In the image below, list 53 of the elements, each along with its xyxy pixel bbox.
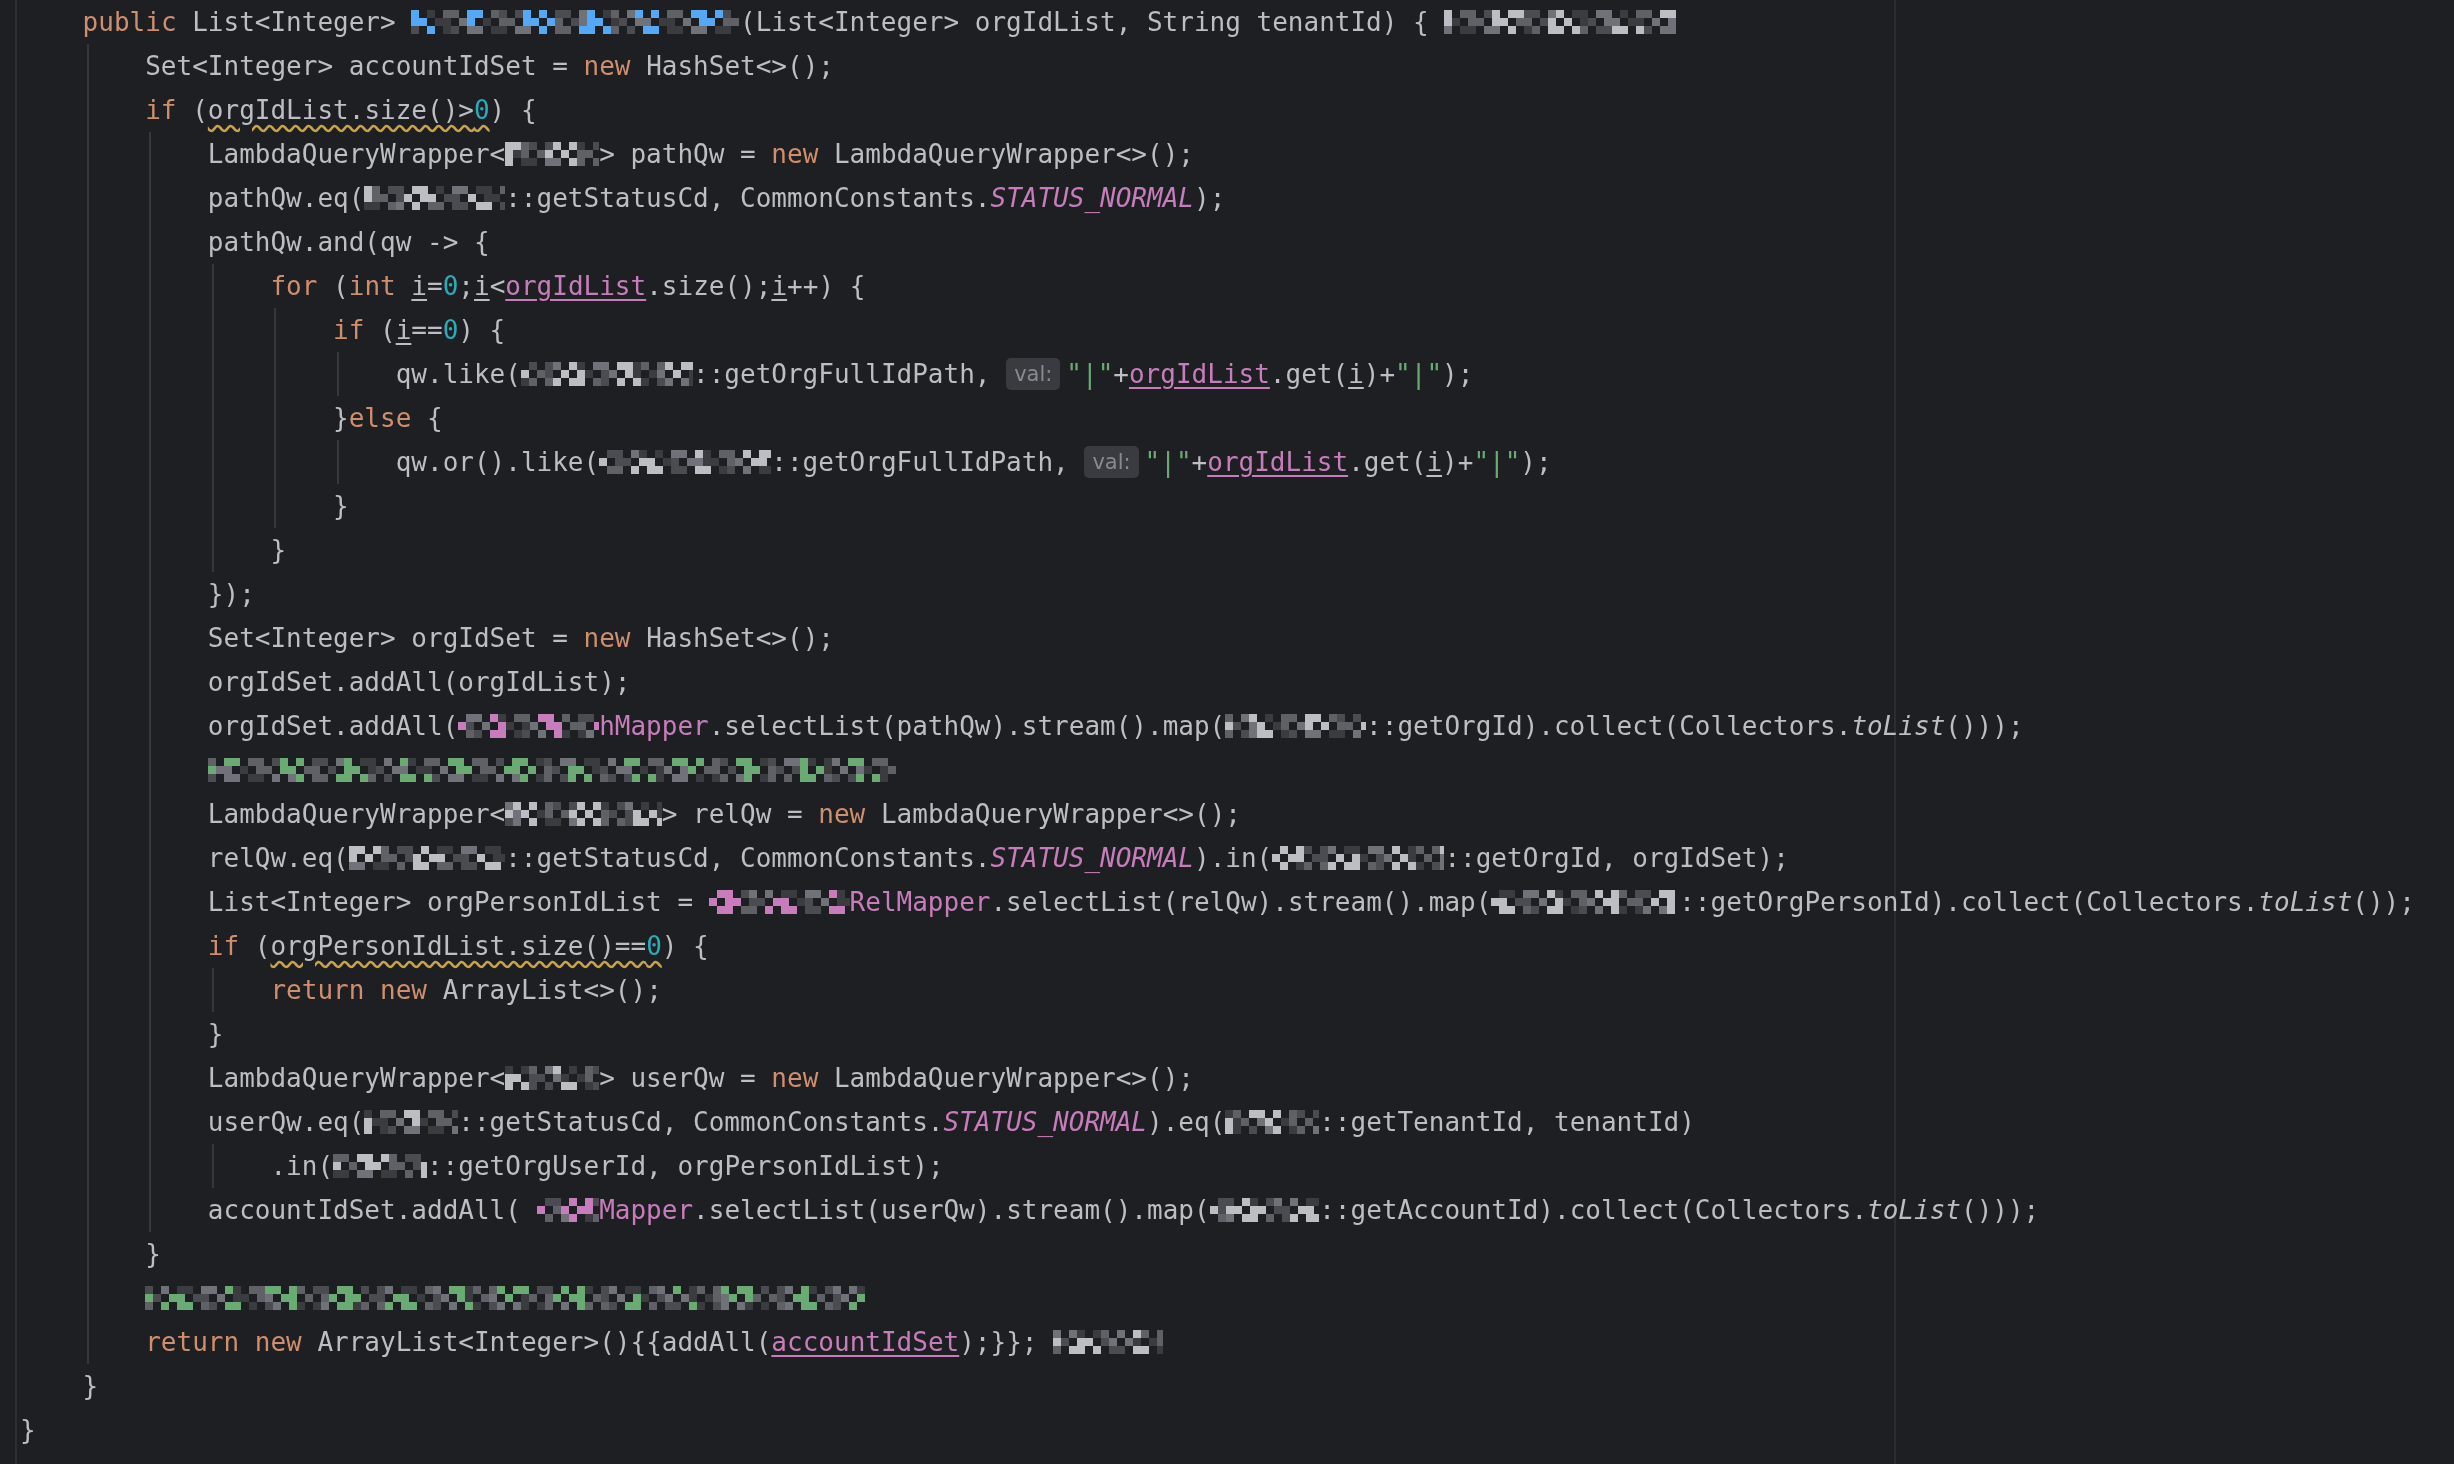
code-text: LambdaQueryWrapper< — [207, 138, 506, 171]
code-text: hMapper.selectList(pathQw).stream().map( — [599, 710, 1226, 743]
code-text: LambdaQueryWrapper< — [207, 798, 506, 831]
code-text: if (orgPersonIdList.size()==0) { — [207, 930, 709, 963]
code-text: ::getTenantId, tenantId) — [1319, 1106, 1695, 1139]
code-text: List<Integer> orgPersonIdList = — [207, 886, 695, 919]
code-text: ::getStatusCd, CommonConstants.STATUS_NORMAL); — [505, 182, 1226, 215]
code-text: } — [82, 1370, 99, 1403]
code-text: qw.like( — [395, 358, 521, 391]
code-text: } — [270, 534, 287, 567]
code-text: ::getOrgId, orgIdSet); — [1444, 842, 1789, 875]
code-text: if (i==0) { — [333, 314, 506, 347]
code-text: return new ArrayList<>(); — [270, 974, 662, 1007]
code-text: ::getOrgUserId, orgPersonIdList); — [426, 1150, 944, 1183]
code-text: qw.or().like( — [395, 446, 600, 479]
code-text: pathQw.eq( — [207, 182, 365, 215]
code-text: > userQw = new LambdaQueryWrapper<>(); — [599, 1062, 1194, 1095]
code-text: ::getOrgId).collect(Collectors.toList())); — [1366, 710, 2024, 743]
code-text: public List<Integer> — [82, 6, 397, 39]
code-text: .in( — [270, 1150, 334, 1183]
code-text: for (int i=0;i<orgIdList.size();i++) { — [270, 270, 866, 303]
code-text: } — [20, 1414, 36, 1447]
code-text: userQw.eq( — [207, 1106, 365, 1139]
code-text: "|"+orgIdList.get(i)+"|"); — [1066, 358, 1474, 392]
code-text: Set<Integer> orgIdSet = new HashSet<>(); — [207, 622, 834, 655]
code-text: ::getOrgPersonId).collect(Collectors.toList()); — [1679, 886, 2415, 919]
code-text: (List<Integer> orgIdList, String tenantId) { — [740, 6, 1430, 39]
code-text: ::getStatusCd, CommonConstants.STATUS_NORMAL).eq( — [458, 1106, 1226, 1139]
code-text: }else { — [333, 402, 443, 435]
code-text: accountIdSet.addAll( — [207, 1194, 522, 1227]
code-text: orgIdSet.addAll( — [207, 710, 459, 743]
code-text: > relQw = new LambdaQueryWrapper<>(); — [661, 798, 1241, 831]
code-text: return new ArrayList<Integer>(){{addAll(accountIdSet);}}; — [145, 1326, 1039, 1359]
code-text: relQw.eq( — [207, 842, 349, 875]
code-text: if (orgIdList.size()>0) { — [145, 94, 537, 127]
code-text: orgIdSet.addAll(orgIdList); — [207, 666, 631, 699]
code-text: ::getOrgFullIdPath, — [771, 446, 1070, 479]
code-text: }); — [207, 578, 255, 611]
parameter-hint: val: — [1006, 358, 1061, 390]
code-text: } — [207, 1018, 224, 1051]
code-text: "|"+orgIdList.get(i)+"|"); — [1144, 446, 1552, 480]
code-text: Mapper.selectList(userQw).stream().map( — [599, 1194, 1210, 1227]
code-text: LambdaQueryWrapper< — [207, 1062, 506, 1095]
code-text: RelMapper.selectList(relQw).stream().map( — [849, 886, 1492, 919]
code-text: ::getAccountId).collect(Collectors.toList())); — [1319, 1194, 2040, 1227]
code-text: } — [333, 490, 349, 523]
code-text: ::getOrgFullIdPath, — [693, 358, 992, 391]
code-text: Set<Integer> accountIdSet = new HashSet<>(); — [145, 50, 834, 83]
code-text: pathQw.and(qw -> { — [207, 226, 490, 259]
code-text: > pathQw = new LambdaQueryWrapper<>(); — [599, 138, 1194, 171]
code-text: } — [145, 1238, 161, 1271]
code-text: ::getStatusCd, CommonConstants.STATUS_NORMAL).in( — [505, 842, 1273, 875]
parameter-hint: val: — [1084, 446, 1139, 478]
